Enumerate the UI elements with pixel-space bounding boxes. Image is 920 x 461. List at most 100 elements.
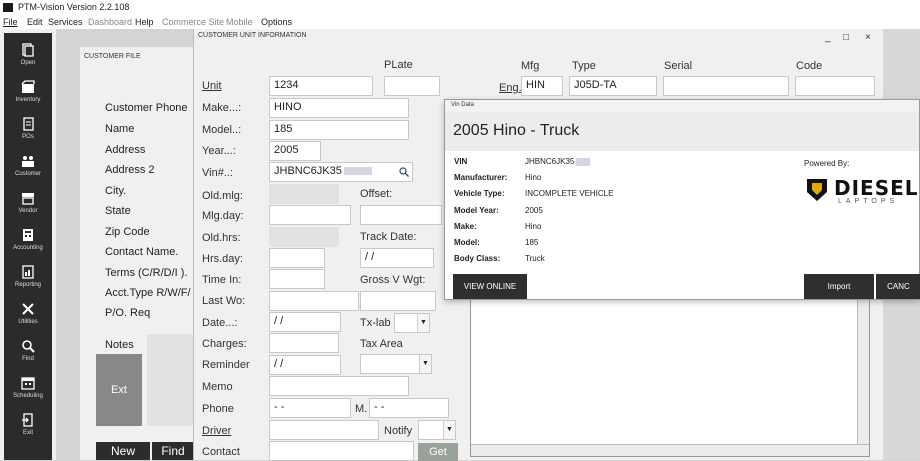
vin-search-icon[interactable] (399, 167, 409, 177)
label-date: Date...: (202, 317, 238, 329)
model-year-key: Model Year: (454, 206, 499, 215)
label-notify: Notify (384, 425, 413, 437)
label-contact: Contact (202, 446, 240, 458)
hrs-day-field[interactable] (269, 248, 325, 268)
phone-field[interactable]: - - (269, 398, 351, 418)
engine-mfg-field[interactable]: HIN (521, 76, 563, 96)
vin-data-dialog: Vin Data 2005 Hino - Truck VIN JHBNC6JK3… (444, 99, 920, 300)
reminder-field[interactable]: / / (269, 355, 341, 375)
label-po-req: P/O. Req (105, 307, 151, 319)
menu-dashboard[interactable]: Dashboard (88, 17, 132, 27)
vin-dialog-header: Vin Data (445, 100, 919, 112)
nav-open[interactable]: Open (4, 37, 52, 74)
label-m: M. (355, 403, 368, 415)
nav-customer-label: Customer (14, 171, 41, 177)
make-value: Hino (525, 222, 542, 231)
menu-commerce-site[interactable]: Commerce Site (162, 17, 224, 27)
label-time-in: Time In: (202, 274, 242, 286)
label-driver: Driver (202, 425, 232, 437)
new-button[interactable]: New (96, 442, 150, 460)
time-in-field[interactable] (269, 269, 325, 289)
engine-serial-field[interactable] (663, 76, 789, 96)
import-button[interactable]: Import (804, 274, 874, 299)
vin-field[interactable]: JHBNC6JK35 (269, 162, 413, 182)
engine-type-field[interactable]: J05D-TA (569, 76, 657, 96)
label-gross-v-wgt: Gross V Wgt: (360, 274, 426, 286)
menu-edit[interactable]: Edit (27, 17, 43, 27)
phone2-field[interactable]: - - (369, 398, 449, 418)
nav-scheduling[interactable]: Scheduling (4, 370, 52, 407)
chevron-down-icon: ▼ (419, 355, 431, 373)
nav-find[interactable]: Find (4, 333, 52, 370)
box-icon (21, 80, 35, 93)
exit-button[interactable]: Ext (96, 354, 142, 426)
app-title: PTM-Vision Version 2.2.108 (18, 2, 130, 12)
mlg-day-field[interactable] (269, 205, 351, 225)
menu-file[interactable]: File (3, 17, 18, 27)
offset-field[interactable] (360, 205, 442, 225)
date-field[interactable]: / / (269, 312, 341, 332)
minimize-button[interactable]: _ (825, 32, 831, 43)
nav-utilities[interactable]: Utilities (4, 296, 52, 333)
document-icon (22, 43, 34, 57)
model-value: 185 (525, 238, 539, 247)
sidebar: Open Inventory POs Customer Vendor Accou… (0, 29, 56, 460)
nav-reporting[interactable]: Reporting (4, 259, 52, 296)
unit-grid[interactable] (470, 297, 870, 457)
report-icon (22, 265, 34, 279)
unit-info-header: CUSTOMER UNIT INFORMATION (198, 32, 307, 39)
nav-utilities-label: Utilities (18, 319, 38, 325)
model-field[interactable]: 185 (269, 120, 409, 140)
grid-vertical-scrollbar[interactable] (857, 298, 869, 444)
label-hrs-day: Hrs.day: (202, 253, 243, 265)
grid-horizontal-scrollbar[interactable] (471, 444, 869, 456)
nav-accounting-label: Accounting (13, 245, 43, 251)
notify-select[interactable]: ▼ (418, 420, 456, 440)
label-charges: Charges: (202, 338, 247, 350)
contact-field[interactable] (269, 441, 414, 461)
nav-exit[interactable]: Exit (4, 407, 52, 444)
engine-code-field[interactable] (795, 76, 875, 96)
cancel-button[interactable]: CANC (876, 274, 920, 299)
charges-field[interactable] (269, 333, 339, 353)
nav-pos[interactable]: POs (4, 111, 52, 148)
memo-field[interactable] (269, 376, 409, 396)
make-field[interactable]: HINO (269, 98, 409, 118)
year-field[interactable]: 2005 (269, 141, 321, 161)
customer-file-header: CUSTOMER FILE (84, 53, 141, 60)
nav-customer[interactable]: Customer (4, 148, 52, 185)
last-wo-field[interactable] (269, 291, 359, 311)
driver-field[interactable] (269, 420, 379, 440)
label-state: State (105, 205, 131, 217)
unit-field[interactable]: 1234 (269, 76, 373, 96)
label-tx-lab: Tx-lab (360, 317, 391, 329)
track-date-field[interactable]: / / (360, 248, 434, 268)
menu-services[interactable]: Services (48, 17, 83, 27)
label-last-wo: Last Wo: (202, 295, 246, 307)
label-mlg-day: Mlg.day: (202, 210, 244, 222)
nav-accounting[interactable]: Accounting (4, 222, 52, 259)
tx-lab-select[interactable]: ▼ (394, 313, 430, 333)
label-tax-area: Tax Area (360, 338, 403, 350)
menu-help[interactable]: Help (135, 17, 154, 27)
vin-field-value: JHBNC6JK35 (274, 165, 342, 177)
maximize-button[interactable]: □ (843, 32, 849, 43)
model-year-value: 2005 (525, 206, 543, 215)
get-button[interactable]: Get (418, 443, 458, 461)
diesel-laptops-logo: DIESEL LAPTOPS (804, 176, 920, 208)
tax-area-select[interactable]: ▼ (360, 354, 432, 374)
nav-vendor-label: Vendor (18, 208, 38, 214)
menu-mobile[interactable]: Mobile (226, 17, 253, 27)
view-online-button[interactable]: VIEW ONLINE (453, 274, 527, 299)
find-button[interactable]: Find (152, 442, 194, 460)
nav-inventory[interactable]: Inventory (4, 74, 52, 111)
label-track-date: Track Date: (360, 231, 417, 243)
model-key: Model: (454, 238, 480, 247)
nav-vendor[interactable]: Vendor (4, 185, 52, 222)
plate-field[interactable] (384, 76, 440, 96)
label-zip: Zip Code (105, 226, 150, 238)
menu-options[interactable]: Options (261, 17, 292, 27)
close-button[interactable]: × (865, 32, 871, 43)
gross-v-wgt-field[interactable] (360, 291, 436, 311)
calculator-icon (23, 229, 33, 241)
